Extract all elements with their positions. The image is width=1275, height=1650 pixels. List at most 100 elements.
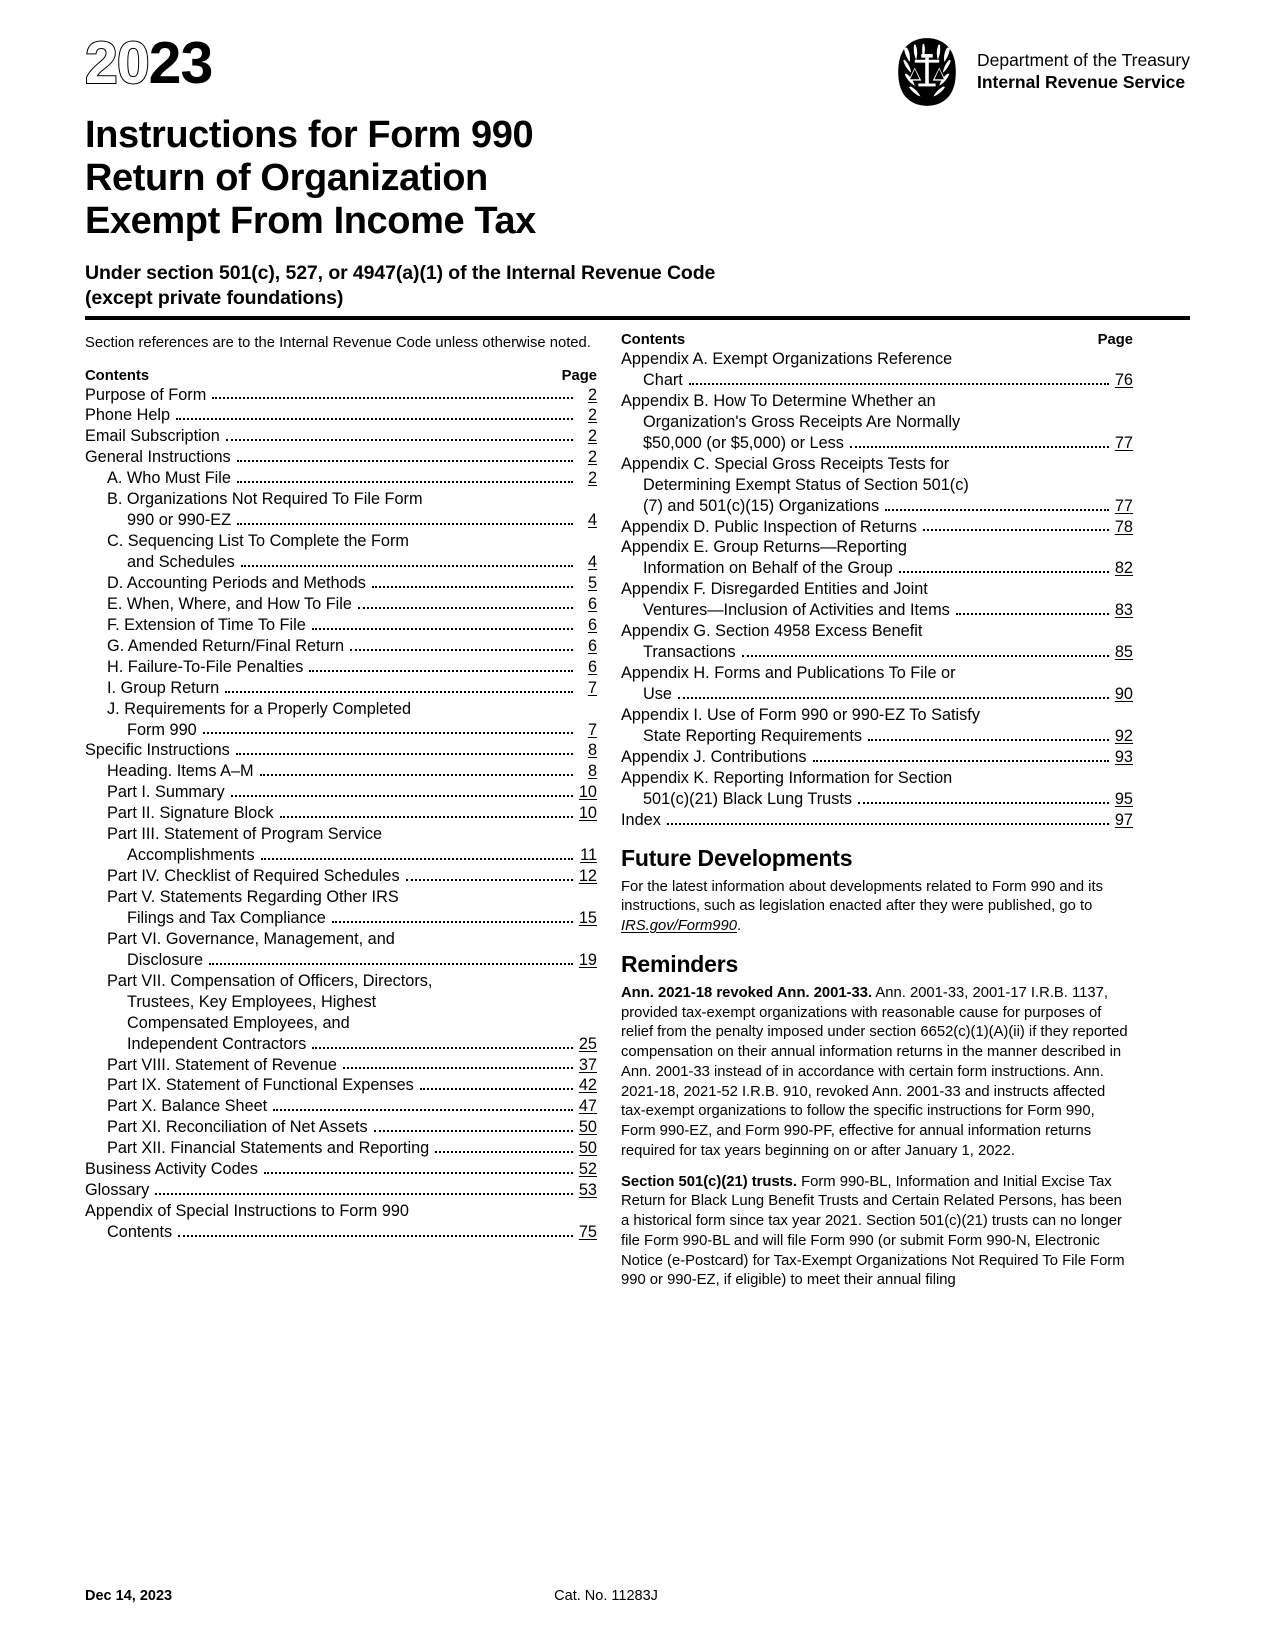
toc-entry-page[interactable]: 92 [1113,726,1133,747]
toc-entry[interactable]: Contents 75 [85,1222,597,1243]
toc-entry[interactable]: Part IV. Checklist of Required Schedules… [85,866,597,887]
toc-entry[interactable]: Part XII. Financial Statements and Repor… [85,1138,597,1159]
toc-entry-page[interactable]: 93 [1113,747,1133,768]
toc-entry[interactable]: Business Activity Codes 52 [85,1159,597,1180]
toc-entry[interactable]: $50,000 (or $5,000) or Less 77 [621,433,1133,454]
toc-entry[interactable]: Independent Contractors 25 [85,1034,597,1055]
toc-entry[interactable]: General Instructions 2 [85,447,597,468]
toc-entry-page[interactable]: 12 [577,866,597,887]
toc-entry-page[interactable]: 37 [577,1055,597,1076]
toc-entry-page[interactable]: 2 [577,426,597,447]
toc-entry-page[interactable]: 78 [1113,517,1133,538]
toc-entry[interactable]: State Reporting Requirements 92 [621,726,1133,747]
toc-entry-page[interactable]: 47 [577,1096,597,1117]
toc-entry-page[interactable]: 6 [577,615,597,636]
toc-entry-page[interactable]: 25 [577,1034,597,1055]
toc-entry[interactable]: Part I. Summary 10 [85,782,597,803]
toc-entry-page[interactable]: 10 [577,803,597,824]
toc-entry-page[interactable]: 53 [577,1180,597,1201]
toc-entry[interactable]: Ventures—Inclusion of Activities and Ite… [621,600,1133,621]
toc-entry[interactable]: D. Accounting Periods and Methods 5 [85,573,597,594]
toc-entry-page[interactable]: 95 [1113,789,1133,810]
toc-entry-page[interactable]: 4 [577,510,597,531]
toc-entry[interactable]: Part IX. Statement of Functional Expense… [85,1075,597,1096]
toc-entry[interactable]: Form 990 7 [85,720,597,741]
toc-entry[interactable]: Specific Instructions 8 [85,740,597,761]
toc-entry[interactable]: Appendix D. Public Inspection of Returns… [621,517,1133,538]
toc-entry[interactable]: Purpose of Form 2 [85,385,597,406]
toc-entry: Part VI. Governance, Management, and [85,929,597,950]
toc-entry[interactable]: F. Extension of Time To File 6 [85,615,597,636]
toc-entry[interactable]: Heading. Items A–M 8 [85,761,597,782]
toc-entry-page[interactable]: 2 [577,385,597,406]
toc-entry-label: Disclosure [127,950,204,969]
toc-entry-page[interactable]: 6 [577,636,597,657]
toc-entry-label: Transactions [643,643,736,662]
toc-entry[interactable]: 501(c)(21) Black Lung Trusts 95 [621,789,1133,810]
toc-entry-page[interactable]: 7 [577,678,597,699]
toc-entry[interactable]: Transactions 85 [621,642,1133,663]
toc-entry[interactable]: Part II. Signature Block 10 [85,803,597,824]
toc-entry[interactable]: H. Failure-To-File Penalties 6 [85,657,597,678]
toc-entry-page[interactable]: 77 [1113,433,1133,454]
toc-entry-page[interactable]: 2 [577,405,597,426]
toc-leader-dots [342,1067,573,1070]
toc-entry-page[interactable]: 85 [1113,642,1133,663]
toc-entry[interactable]: Index 97 [621,810,1133,831]
toc-entry[interactable]: Appendix J. Contributions 93 [621,747,1133,768]
toc-entry-page[interactable]: 6 [577,594,597,615]
toc-entry[interactable]: G. Amended Return/Final Return 6 [85,636,597,657]
toc-entry-page[interactable]: 2 [577,468,597,489]
toc-entry-page[interactable]: 10 [577,782,597,803]
toc-entry-page[interactable]: 11 [577,845,597,866]
toc-entry[interactable]: Part XI. Reconciliation of Net Assets 50 [85,1117,597,1138]
toc-entry[interactable]: Email Subscription 2 [85,426,597,447]
toc-entry[interactable]: Chart 76 [621,370,1133,391]
toc-entry[interactable]: 990 or 990-EZ 4 [85,510,597,531]
toc-entry[interactable]: Phone Help 2 [85,405,597,426]
toc-entry[interactable]: Use 90 [621,684,1133,705]
toc-entry[interactable]: Information on Behalf of the Group 82 [621,558,1133,579]
toc-entry[interactable]: and Schedules 4 [85,552,597,573]
toc-entry[interactable]: Filings and Tax Compliance 15 [85,908,597,929]
toc-entry[interactable]: A. Who Must File 2 [85,468,597,489]
toc-entry-page[interactable]: 6 [577,657,597,678]
toc-entry-page[interactable]: 5 [577,573,597,594]
toc-entry-page[interactable]: 83 [1113,600,1133,621]
toc-entry[interactable]: Part VIII. Statement of Revenue 37 [85,1055,597,1076]
toc-entry[interactable]: (7) and 501(c)(15) Organizations 77 [621,496,1133,517]
toc-entry-page[interactable]: 2 [577,447,597,468]
toc-entry-page[interactable]: 90 [1113,684,1133,705]
toc-entry-page[interactable]: 97 [1113,810,1133,831]
toc-entry[interactable]: Glossary 53 [85,1180,597,1201]
toc-entry[interactable]: Disclosure 19 [85,950,597,971]
toc-entry-page[interactable]: 8 [577,740,597,761]
toc-entry-label: Organization's Gross Receipts Are Normal… [643,412,961,431]
toc-entry[interactable]: E. When, Where, and How To File 6 [85,594,597,615]
title-line-2: Return of Organization [85,156,488,199]
toc-entry-page[interactable]: 77 [1113,496,1133,517]
toc-entry-page[interactable]: 76 [1113,370,1133,391]
toc-entry-page[interactable]: 7 [577,720,597,741]
toc-entry-label: Business Activity Codes [85,1160,258,1179]
toc-entry-page[interactable]: 50 [577,1138,597,1159]
toc-entry-page[interactable]: 15 [577,908,597,929]
subtitle-line-2: (except private foundations) [85,286,344,309]
toc-leader-dots [350,648,573,651]
toc-entry-page[interactable]: 8 [577,761,597,782]
toc-entry[interactable]: Part X. Balance Sheet 47 [85,1096,597,1117]
toc-leader-dots [236,481,573,484]
toc-entry-page[interactable]: 52 [577,1159,597,1180]
irs-form990-link[interactable]: IRS.gov/Form990 [621,918,737,934]
future-developments-text-before: For the latest information about develop… [621,878,1103,915]
toc-entry-page[interactable]: 19 [577,950,597,971]
toc-entry-label: Part VI. Governance, Management, and [107,929,395,948]
toc-entry[interactable]: Accomplishments 11 [85,845,597,866]
toc-entry-page[interactable]: 82 [1113,558,1133,579]
toc-entry[interactable]: I. Group Return 7 [85,678,597,699]
toc-entry-page[interactable]: 42 [577,1075,597,1096]
toc-entry-page[interactable]: 4 [577,552,597,573]
toc-entry-page[interactable]: 75 [577,1222,597,1243]
toc-entry-page[interactable]: 50 [577,1117,597,1138]
toc-entry-label: Part I. Summary [107,783,225,802]
